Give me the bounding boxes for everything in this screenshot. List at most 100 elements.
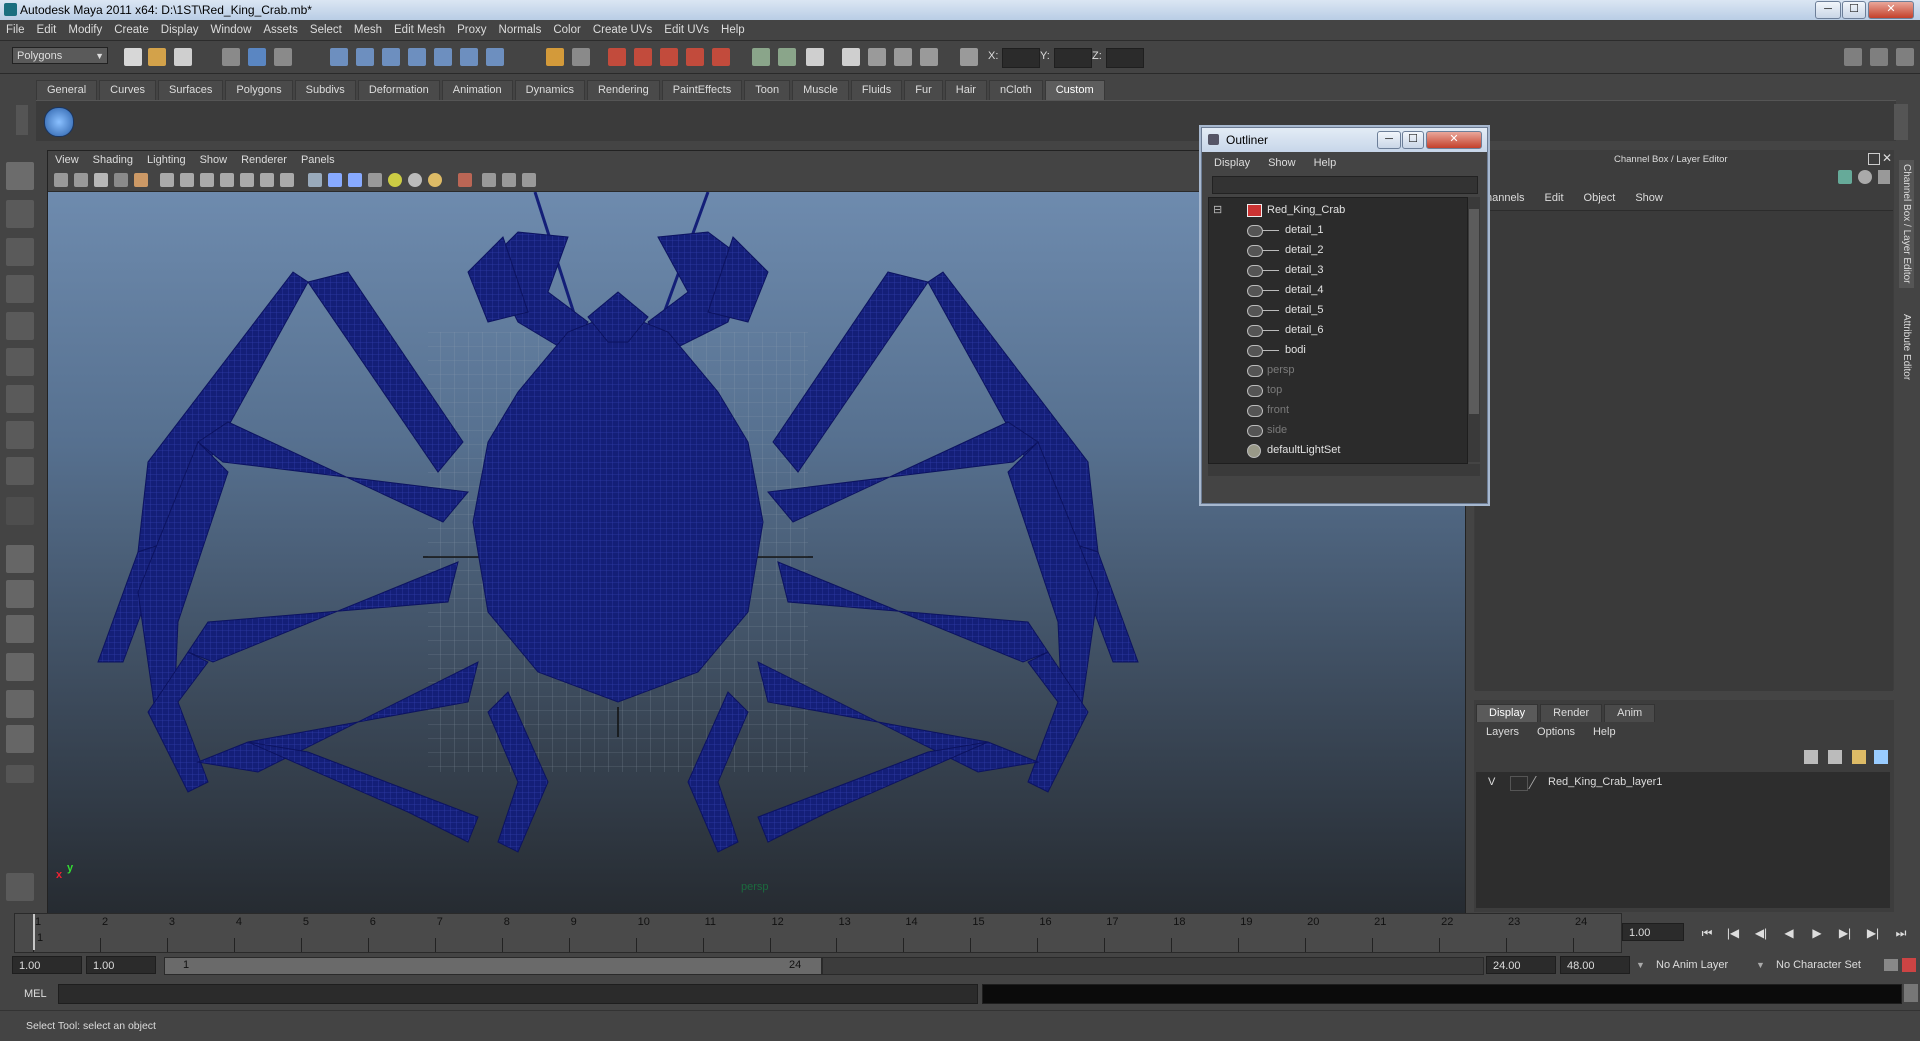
channel-box-menu-object[interactable]: Object	[1572, 190, 1624, 204]
save-scene-icon[interactable]	[174, 48, 192, 66]
image-plane-icon[interactable]	[114, 173, 128, 187]
shelf-menu-toggle[interactable]	[16, 105, 28, 135]
shelf-tab-surfaces[interactable]: Surfaces	[157, 80, 224, 100]
menu-edit[interactable]: Edit	[31, 20, 63, 36]
rename-icon[interactable]	[806, 48, 824, 66]
show-hide-channel-box-icon[interactable]	[894, 48, 912, 66]
outliner-menu-display[interactable]: Display	[1202, 154, 1256, 169]
current-frame-field[interactable]: 1.00	[1622, 923, 1684, 941]
layer-color-swatch[interactable]	[1528, 776, 1549, 789]
show-manipulator-icon[interactable]	[6, 457, 34, 485]
hypershade-layout-icon[interactable]	[6, 690, 34, 718]
channel-box-menu-edit[interactable]: Edit	[1533, 190, 1572, 204]
lasso-tool-icon[interactable]	[6, 200, 34, 228]
toggle-attribute-editor-icon[interactable]	[1844, 48, 1862, 66]
layer-menu-help[interactable]: Help	[1581, 724, 1622, 738]
wireframe-icon[interactable]	[308, 173, 322, 187]
snap-point-icon[interactable]	[382, 48, 400, 66]
outliner-minimize-button[interactable]: ─	[1377, 131, 1401, 149]
layer-row[interactable]: V Red_King_Crab_layer1	[1476, 774, 1890, 792]
script-editor-button[interactable]	[1904, 984, 1918, 1002]
menu-select[interactable]: Select	[304, 20, 348, 36]
rotate-tool-icon[interactable]	[6, 312, 34, 340]
script-editor-icon[interactable]	[6, 873, 34, 901]
paint-select-tool-icon[interactable]	[6, 238, 34, 266]
outliner-vertical-scrollbar[interactable]	[1468, 197, 1480, 462]
show-hide-tool-settings-icon[interactable]	[868, 48, 886, 66]
shelf-tab-toon[interactable]: Toon	[744, 80, 791, 100]
relative-transform-icon[interactable]	[778, 48, 796, 66]
outliner-filter-field[interactable]	[1212, 176, 1478, 194]
more-layouts-icon[interactable]	[6, 765, 34, 783]
layout-icon[interactable]	[920, 48, 938, 66]
menu-edit-uvs[interactable]: Edit UVs	[658, 20, 715, 36]
make-live-icon[interactable]	[434, 48, 452, 66]
auto-key-icon[interactable]	[1902, 958, 1916, 972]
shelf-tab-subdivs[interactable]: Subdivs	[294, 80, 356, 100]
move-tool-icon[interactable]	[6, 275, 34, 303]
shelf-tab-curves[interactable]: Curves	[99, 80, 156, 100]
layer-tab-render[interactable]: Render	[1540, 704, 1603, 722]
history-icon[interactable]	[460, 48, 478, 66]
all-lights-icon[interactable]	[408, 173, 422, 187]
outliner-item[interactable]: bodi	[1209, 340, 1467, 360]
layer-tab-display[interactable]: Display	[1476, 704, 1539, 722]
layer-tab-anim[interactable]: Anim	[1604, 704, 1656, 722]
shelf-tab-custom[interactable]: Custom	[1044, 80, 1105, 100]
go-to-start-icon[interactable]: ⏮	[1698, 925, 1716, 941]
new-scene-icon[interactable]	[124, 48, 142, 66]
select-tool-icon[interactable]	[6, 162, 34, 190]
ipr-render-icon[interactable]	[660, 48, 678, 66]
shelf-tab-painteffects[interactable]: PaintEffects	[661, 80, 743, 100]
layer-template-toggle[interactable]	[1510, 776, 1528, 791]
character-set-dropdown[interactable]: No Character Set	[1772, 956, 1886, 974]
layer-menu-layers[interactable]: Layers	[1474, 724, 1525, 738]
default-lighting-icon[interactable]	[388, 173, 402, 187]
menu-set-dropdown[interactable]: Polygons ▼	[12, 47, 108, 64]
outliner-menu-help[interactable]: Help	[1302, 154, 1343, 169]
range-slider-track[interactable]	[822, 957, 1484, 975]
smooth-shade-icon[interactable]	[328, 173, 342, 187]
menu-file[interactable]: File	[0, 20, 31, 36]
outliner-item[interactable]: detail_4	[1209, 280, 1467, 300]
shelf-tab-rendering[interactable]: Rendering	[586, 80, 660, 100]
outliner-item[interactable]: defaultLightSet	[1209, 440, 1467, 460]
shelf-tab-polygons[interactable]: Polygons	[225, 80, 293, 100]
step-forward-frame-icon[interactable]: ▶|	[1864, 925, 1882, 941]
chevron-down-icon[interactable]: ▼	[1636, 960, 1645, 970]
bookmarks-icon[interactable]	[94, 173, 108, 187]
y-field[interactable]	[1054, 48, 1092, 68]
persp-graph-hypergraph-layout-icon[interactable]	[6, 725, 34, 753]
move-layer-up-icon[interactable]	[1852, 750, 1866, 764]
snap-plane-icon[interactable]	[408, 48, 426, 66]
render-current-icon[interactable]	[634, 48, 652, 66]
open-scene-icon[interactable]	[148, 48, 166, 66]
last-tool-icon[interactable]	[6, 497, 34, 525]
outliner-close-button[interactable]: ✕	[1426, 131, 1482, 149]
step-back-frame-icon[interactable]: |◀	[1724, 925, 1742, 941]
toggle-tool-settings-icon[interactable]	[1870, 48, 1888, 66]
xray-icon[interactable]	[482, 173, 496, 187]
step-forward-key-icon[interactable]: ▶|	[1836, 925, 1854, 941]
outliner-scroll-thumb[interactable]	[1469, 209, 1479, 414]
gate-mask-icon[interactable]	[220, 173, 234, 187]
show-hide-attribute-editor-icon[interactable]	[842, 48, 860, 66]
minimize-button[interactable]: ─	[1815, 1, 1841, 19]
outliner-menu-show[interactable]: Show	[1256, 154, 1302, 169]
layer-visibility-toggle[interactable]: V	[1488, 776, 1495, 788]
persp-outliner-layout-icon[interactable]	[6, 615, 34, 643]
lock-icon[interactable]	[546, 48, 564, 66]
snap-grid-icon[interactable]	[330, 48, 348, 66]
menu-create-uvs[interactable]: Create UVs	[587, 20, 658, 36]
menu-assets[interactable]: Assets	[257, 20, 304, 36]
question-icon[interactable]	[486, 48, 504, 66]
select-hierarchy-icon[interactable]	[222, 48, 240, 66]
outliner-item[interactable]: top	[1209, 380, 1467, 400]
input-ops-icon[interactable]	[752, 48, 770, 66]
viewport-menu-shading[interactable]: Shading	[86, 151, 140, 166]
layer-menu-options[interactable]: Options	[1525, 724, 1581, 738]
single-perspective-layout-icon[interactable]	[6, 545, 34, 573]
time-slider[interactable]: 1 2 3 4 5 6 7 8 9 10 11 12 13 14 15 16 17 18 19 20 21 22 23 24 1	[14, 913, 1622, 953]
outliner-item[interactable]: detail_1	[1209, 220, 1467, 240]
animation-end-field[interactable]: 48.00	[1560, 956, 1630, 974]
